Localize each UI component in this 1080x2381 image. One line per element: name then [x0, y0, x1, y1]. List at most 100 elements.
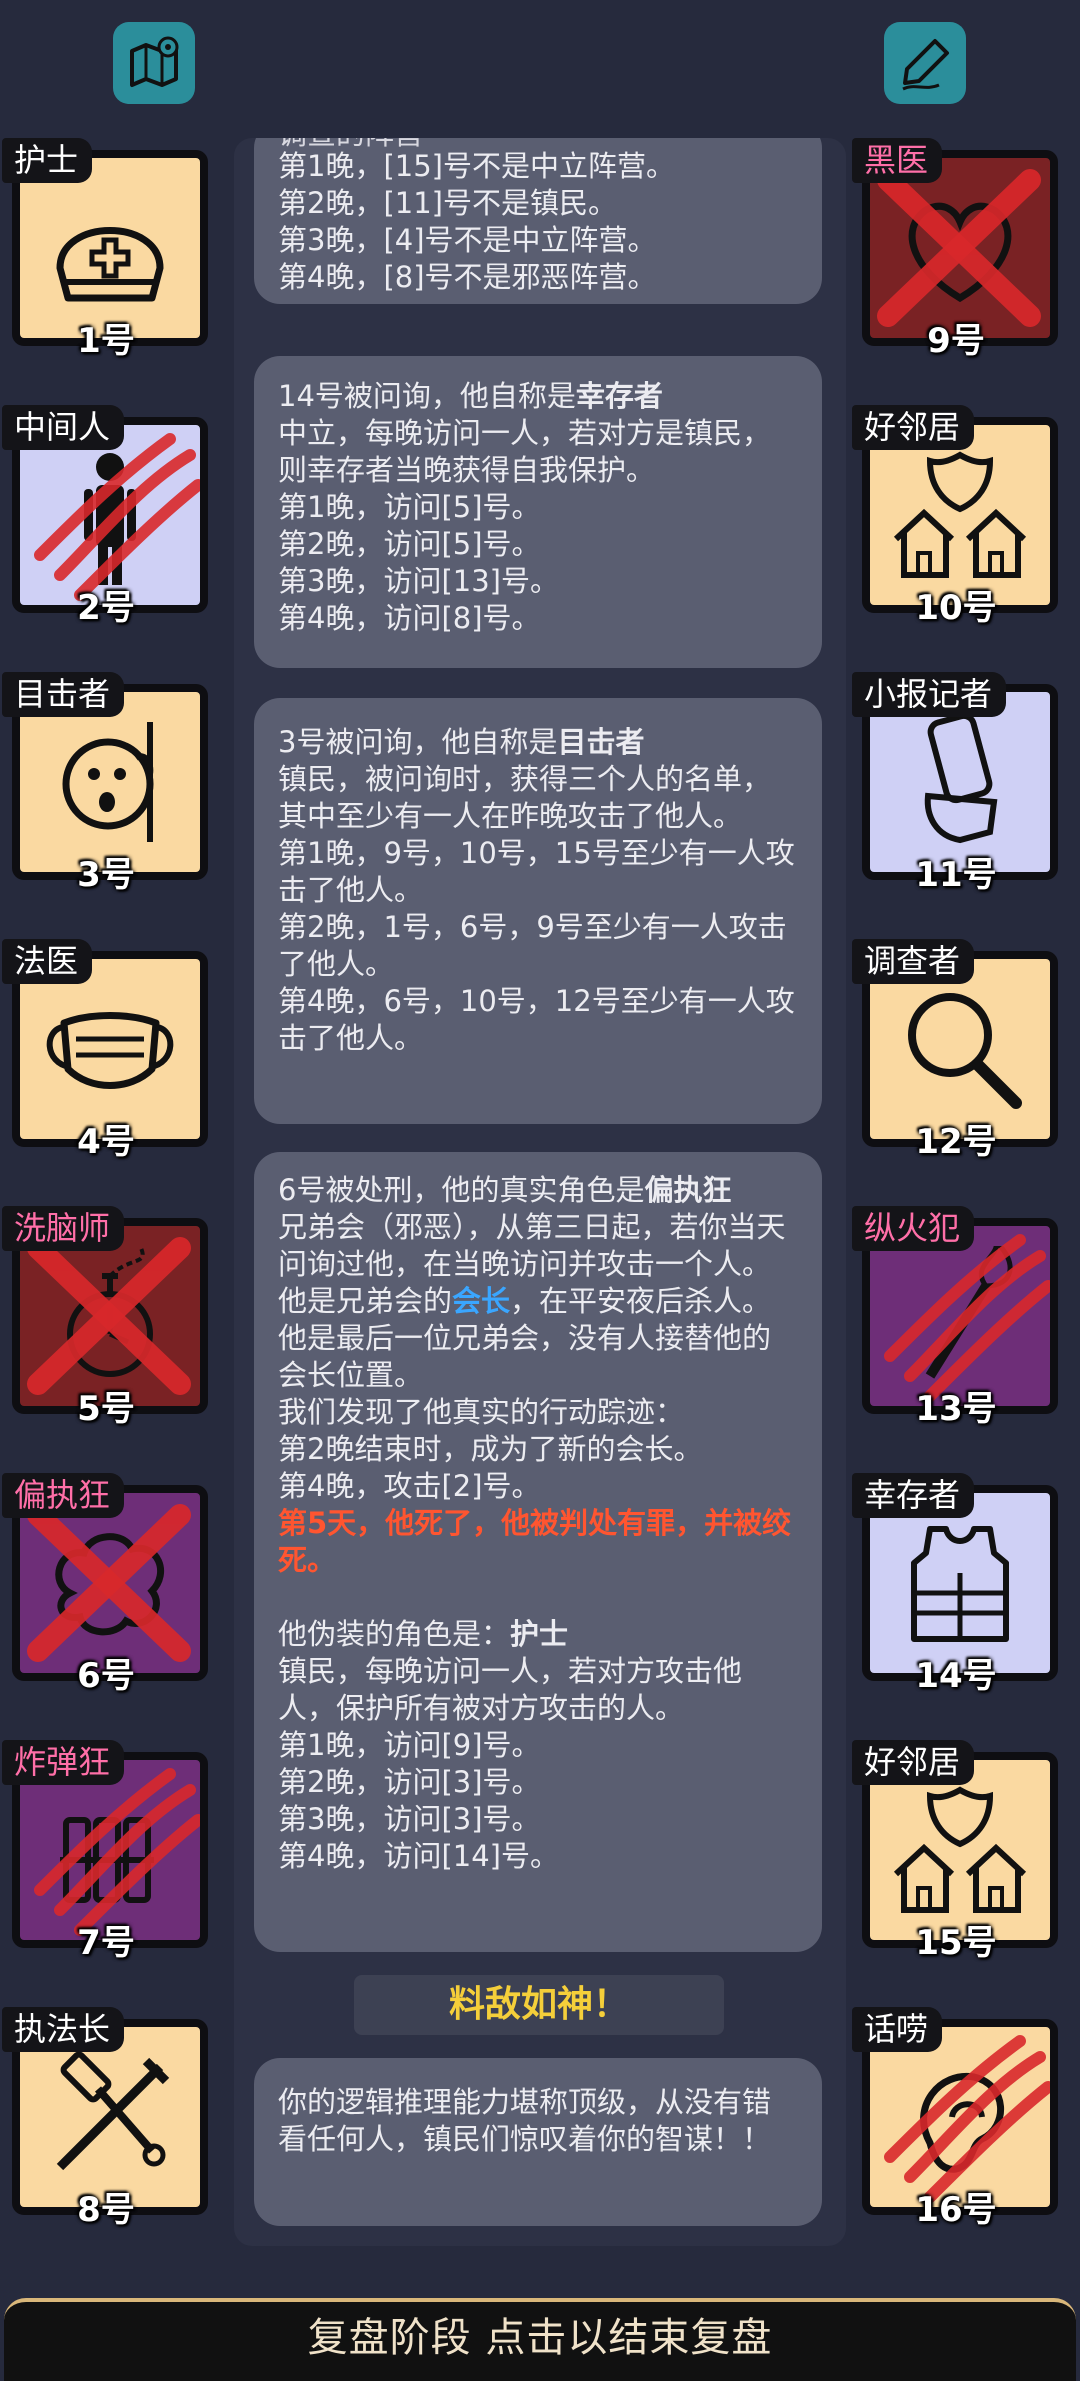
- player-number: 1号: [77, 321, 135, 361]
- message-line: 第3晚，访问[3]号。: [278, 1802, 541, 1836]
- message-card: 14号被问询，他自称是幸存者 中立，每晚访问一人，若对方是镇民，则幸存者当晚获得…: [254, 356, 822, 668]
- player-number: 6号: [77, 1656, 135, 1696]
- role-label: 护士: [2, 138, 93, 183]
- player-number: 11号: [915, 855, 997, 895]
- role-label: 炸弹狂: [2, 1740, 125, 1785]
- player-number: 5号: [77, 1389, 135, 1429]
- player-card[interactable]: 好邻居 10号: [852, 405, 1060, 628]
- message-line: 第1晚，9号，10号，15号至少有一人攻击了他人。: [278, 836, 795, 907]
- role-label: 中间人: [2, 405, 125, 450]
- player-card[interactable]: 好邻居 15号: [852, 1740, 1060, 1963]
- message-line: 第2晚，访问[5]号。: [278, 527, 541, 561]
- newspaper-hand-icon: [924, 712, 998, 844]
- message-intro: 6号被处刑，他的真实角色是: [278, 1173, 645, 1207]
- brain-icon: [55, 1533, 165, 1636]
- role-label: 执法长: [2, 2007, 125, 2052]
- review-log-panel[interactable]: 调查的阵营 第1晚，[15]号不是中立阵营。 第2晚，[11]号不是镇民。 第3…: [234, 138, 846, 2246]
- role-label: 调查者: [852, 939, 975, 984]
- message-card: 6号被处刑，他的真实角色是偏执狂 兄弟会（邪恶），从第三日起，若你当天问询过他，…: [254, 1152, 822, 1952]
- player-card[interactable]: 纵火犯 13号: [852, 1206, 1060, 1429]
- player-card[interactable]: 洗脑师 5号: [2, 1206, 210, 1429]
- message-line: 我们发现了他真实的行动踪迹：: [278, 1395, 685, 1429]
- heart-icon: [908, 202, 1012, 303]
- gavel-sword-icon: [56, 2051, 170, 2171]
- player-number: 2号: [77, 588, 135, 628]
- player-card[interactable]: 执法长 8号: [2, 2007, 210, 2230]
- role-label: 好邻居: [852, 405, 975, 450]
- message-intro: 14号被问询，他自称是: [278, 379, 576, 413]
- message-intro: 3号被问询，他自称是: [278, 725, 558, 759]
- ear-icon: [920, 2072, 1005, 2173]
- claimed-role: 目击者: [557, 725, 645, 759]
- role-label: 洗脑师: [2, 1206, 125, 1251]
- role-description: 镇民，被问询时，获得三个人的名单，其中至少有一人在昨晚攻击了他人。: [278, 762, 772, 833]
- player-card[interactable]: 幸存者 14号: [852, 1473, 1060, 1696]
- true-role: 偏执狂: [644, 1173, 732, 1207]
- role-label: 黑医: [852, 138, 943, 183]
- role-description: 兄弟会（邪恶），从第三日起，若你当天问询过他，在当晚访问并攻击一个人。: [278, 1210, 786, 1281]
- leader-pre: 他是兄弟会的: [278, 1284, 453, 1318]
- magnifier-icon: [908, 993, 1022, 1109]
- player-number: 12号: [915, 1122, 997, 1162]
- message-line: 第1晚，[15]号不是中立阵营。: [278, 149, 675, 183]
- message-card: 你的逻辑推理能力堪称顶级，从没有错看任何人，镇民们惊叹着你的智谋！！: [254, 2058, 822, 2226]
- verdict-text: 第5天，他死了，他被判处有罪，并被绞死。: [278, 1506, 792, 1577]
- claimed-role: 幸存者: [575, 379, 663, 413]
- message-line: 第1晚，访问[5]号。: [278, 490, 541, 524]
- message-line: 第3晚，[4]号不是中立阵营。: [278, 223, 657, 257]
- message-line: 第3晚，访问[13]号。: [278, 564, 559, 598]
- message-line: 第4晚，[8]号不是邪恶阵营。: [278, 260, 657, 294]
- player-number: 8号: [77, 2190, 135, 2230]
- role-label: 目击者: [2, 672, 125, 717]
- player-card[interactable]: 炸弹狂 7号: [2, 1740, 210, 1963]
- message-line: 第1晚，访问[9]号。: [278, 1728, 541, 1762]
- message-line: 第4晚，攻击[2]号。: [278, 1469, 541, 1503]
- houses-shield-icon: [893, 1786, 1027, 1913]
- player-number: 13号: [915, 1389, 997, 1429]
- player-number: 14号: [915, 1656, 997, 1696]
- role-label: 幸存者: [852, 1473, 975, 1518]
- player-card[interactable]: 小报记者 11号: [852, 672, 1060, 895]
- message-line: 第2晚，1号，6号，9号至少有一人攻击了他人。: [278, 910, 787, 981]
- peeking-face-icon: [62, 722, 154, 842]
- player-number: 10号: [915, 588, 997, 628]
- torch-icon: [925, 1246, 1013, 1379]
- role-label: 话唠: [852, 2007, 943, 2052]
- pen-icon: [902, 39, 949, 91]
- player-card[interactable]: 法医 4号: [2, 939, 210, 1162]
- end-review-button[interactable]: 复盘阶段 点击以结束复盘: [4, 2298, 1076, 2381]
- player-number: 9号: [927, 321, 985, 361]
- message-line: 第2晚，[11]号不是镇民。: [278, 186, 617, 220]
- player-card[interactable]: 中间人 2号: [2, 405, 210, 628]
- role-description: 镇民，每晚访问一人，若对方攻击他人，保护所有被对方攻击的人。: [278, 1654, 743, 1725]
- role-label: 好邻居: [852, 1740, 975, 1785]
- fake-role-pre: 他伪装的角色是：: [278, 1617, 511, 1651]
- fake-role: 护士: [510, 1617, 569, 1651]
- praise-text: 你的逻辑推理能力堪称顶级，从没有错看任何人，镇民们惊叹着你的智谋！！: [278, 2085, 772, 2156]
- player-number: 3号: [77, 855, 135, 895]
- player-number: 7号: [77, 1923, 135, 1963]
- map-pin-icon: [130, 36, 179, 87]
- notes-button[interactable]: [884, 22, 966, 104]
- message-line: 第2晚结束时，成为了新的会长。: [278, 1432, 703, 1466]
- player-card[interactable]: 话唠 16号: [852, 2007, 1060, 2230]
- player-card[interactable]: 偏执狂 6号: [2, 1473, 210, 1696]
- dynamite-icon: [60, 1817, 154, 1903]
- person-icon: [84, 453, 136, 585]
- role-description: 中立，每晚访问一人，若对方是镇民，则幸存者当晚获得自我保护。: [278, 416, 772, 487]
- pocket-watch-icon: [67, 1246, 153, 1377]
- player-card[interactable]: 黑医 9号: [852, 138, 1060, 361]
- message-line: 第4晚，访问[8]号。: [278, 601, 541, 635]
- mask-icon: [46, 1012, 174, 1089]
- message-line: 第4晚，6号，10号，12号至少有一人攻击了他人。: [278, 984, 795, 1055]
- player-number: 4号: [77, 1122, 135, 1162]
- achievement-banner: 料敌如神！: [354, 1975, 724, 2035]
- player-number: 15号: [915, 1923, 997, 1963]
- message-line: 第4晚，访问[14]号。: [278, 1839, 559, 1873]
- player-card[interactable]: 目击者 3号: [2, 672, 210, 895]
- message-card: 3号被问询，他自称是目击者 镇民，被问询时，获得三个人的名单，其中至少有一人在昨…: [254, 698, 822, 1124]
- role-label: 偏执狂: [2, 1473, 125, 1518]
- map-button[interactable]: [113, 22, 195, 104]
- player-card[interactable]: 护士 1号: [2, 138, 210, 361]
- player-card[interactable]: 调查者 12号: [852, 939, 1060, 1162]
